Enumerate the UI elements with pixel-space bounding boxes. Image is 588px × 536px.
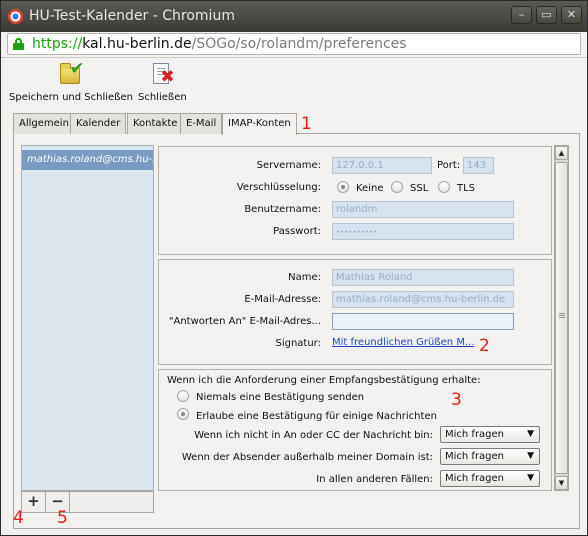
receipt-allow-radio[interactable] <box>177 408 189 420</box>
add-account-button[interactable]: + <box>22 492 46 512</box>
servername-field[interactable]: 127.0.0.1 <box>332 157 432 174</box>
rule-not-in-to-cc-select[interactable]: Mich fragen ▼ <box>440 426 540 443</box>
lock-icon <box>13 38 24 50</box>
url-host: kal.hu-berlin.de <box>82 36 192 52</box>
scrollbar-thumb[interactable] <box>555 162 568 474</box>
annotation-marker-1: 1 <box>301 114 312 134</box>
reply-to-label: "Antworten An" E-Mail-Adres... <box>168 316 321 327</box>
annotation-marker-3: 3 <box>451 390 462 410</box>
receipt-never-radio[interactable] <box>177 390 189 402</box>
checkmark-icon: ✔ <box>69 59 85 79</box>
cancel-x-icon: ✖ <box>160 67 175 87</box>
browser-window: HU-Test-Kalender - Chromium – ▭ ✕ https:… <box>0 0 588 536</box>
encryption-label: Verschlüsselung: <box>236 182 321 193</box>
receipts-heading: Wenn ich die Anforderung einer Empfangsb… <box>167 375 481 386</box>
tab-kontakte[interactable]: Kontakte <box>127 113 184 134</box>
save-and-close-label: Speichern und Schließen <box>9 92 133 103</box>
reply-to-field[interactable] <box>332 313 514 330</box>
encryption-ssl-label: SSL <box>410 183 429 194</box>
tab-allgemein[interactable]: Allgemein <box>13 113 75 134</box>
encryption-ssl-radio[interactable] <box>391 181 403 193</box>
receipt-allow-label: Erlaube eine Bestätigung für einige Nach… <box>196 411 437 422</box>
vertical-scrollbar[interactable]: ▲ ▼ <box>554 145 569 491</box>
password-field[interactable]: •••••••••• <box>332 223 514 240</box>
port-label: Port: <box>437 160 461 171</box>
name-label: Name: <box>288 272 321 283</box>
annotation-marker-5: 5 <box>57 508 68 528</box>
encryption-tls-label: TLS <box>457 183 476 194</box>
encryption-none-radio[interactable] <box>337 181 349 193</box>
close-window-button[interactable]: ✕ <box>561 6 582 24</box>
name-field[interactable]: Mathias Roland <box>332 269 514 286</box>
receipt-never-label: Niemals eine Bestätigung senden <box>196 392 365 403</box>
rule-outside-domain-label: Wenn der Absender außerhalb meiner Domai… <box>181 452 433 463</box>
account-list-toolbar: + − <box>21 491 154 513</box>
dropdown-arrow-icon: ▼ <box>527 451 534 461</box>
minimize-button[interactable]: – <box>511 6 532 24</box>
scroll-up-button[interactable]: ▲ <box>555 146 568 160</box>
rule-outside-domain-value: Mich fragen <box>445 451 505 462</box>
maximize-button[interactable]: ▭ <box>536 6 557 24</box>
rule-outside-domain-select[interactable]: Mich fragen ▼ <box>440 448 540 465</box>
window-title: HU-Test-Kalender - Chromium <box>29 8 235 24</box>
dropdown-arrow-icon: ▼ <box>527 429 534 439</box>
title-bar: HU-Test-Kalender - Chromium – ▭ ✕ <box>1 1 587 32</box>
rule-other-cases-select[interactable]: Mich fragen ▼ <box>440 470 540 487</box>
account-list-item[interactable]: mathias.roland@cms.hu-berlin.de <box>22 150 153 170</box>
email-field[interactable]: mathias.roland@cms.hu-berlin.de <box>332 291 514 308</box>
scroll-down-button[interactable]: ▼ <box>555 476 568 490</box>
account-list[interactable]: mathias.roland@cms.hu-berlin.de <box>21 145 154 491</box>
rule-other-cases-label: In allen anderen Fällen: <box>316 474 433 485</box>
rule-not-in-to-cc-value: Mich fragen <box>445 429 505 440</box>
tab-imap-konten[interactable]: IMAP-Konten <box>222 113 297 135</box>
signature-label: Signatur: <box>275 338 321 349</box>
dropdown-arrow-icon: ▼ <box>527 473 534 483</box>
email-label: E-Mail-Adresse: <box>244 294 321 305</box>
port-field[interactable]: 143 <box>463 157 494 174</box>
annotation-marker-4: 4 <box>13 508 24 528</box>
tab-kalender[interactable]: Kalender <box>70 113 127 134</box>
save-and-close-button[interactable]: ✔ Speichern und Schließen <box>9 59 133 103</box>
address-bar[interactable]: https://kal.hu-berlin.de/SOGo/so/rolandm… <box>7 33 581 55</box>
url-path: /SOGo/so/rolandm/preferences <box>191 36 407 52</box>
chromium-icon <box>8 9 23 24</box>
servername-label: Servername: <box>256 160 321 171</box>
toolbar-divider <box>1 57 587 58</box>
encryption-none-label: Keine <box>356 183 384 194</box>
annotation-marker-2: 2 <box>479 336 490 356</box>
username-label: Benutzername: <box>244 204 321 215</box>
rule-not-in-to-cc-label: Wenn ich nicht in An oder CC der Nachric… <box>194 430 433 441</box>
url-scheme: https:// <box>32 36 83 52</box>
rule-other-cases-value: Mich fragen <box>445 473 505 484</box>
password-label: Passwort: <box>273 226 321 237</box>
signature-link[interactable]: Mit freundlichen Grüßen M... <box>332 337 475 348</box>
close-label: Schließen <box>138 92 187 103</box>
close-button[interactable]: ✖ Schließen <box>138 61 187 103</box>
username-field[interactable]: rolandm <box>332 201 514 218</box>
url-text[interactable]: https://kal.hu-berlin.de/SOGo/so/rolandm… <box>32 36 407 52</box>
encryption-tls-radio[interactable] <box>438 181 450 193</box>
tab-email[interactable]: E-Mail <box>180 113 223 134</box>
